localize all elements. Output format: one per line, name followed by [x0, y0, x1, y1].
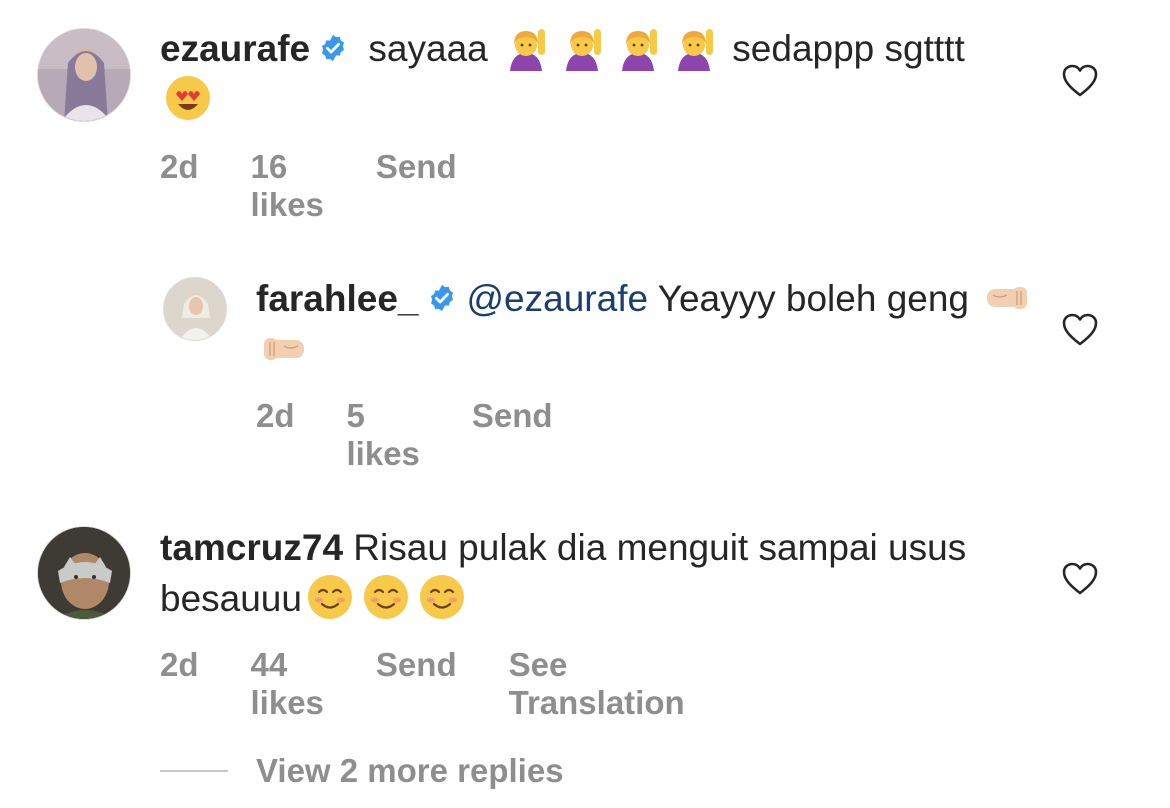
- avatar[interactable]: [37, 526, 131, 620]
- mention-link[interactable]: @ezaurafe: [467, 278, 649, 319]
- comment-time: 2d: [256, 397, 295, 434]
- comment-text: tamcruz74 Risau pulak dia menguit sampai…: [160, 523, 1020, 624]
- comment-likes[interactable]: 44 likes: [251, 646, 324, 722]
- right-fist-bump-emoji: [264, 338, 304, 360]
- send-button[interactable]: Send: [376, 148, 457, 224]
- comment-body: Yeayyy boleh geng: [648, 278, 980, 319]
- comment-likes[interactable]: 16 likes: [251, 148, 324, 224]
- smiling-face-emoji: [419, 575, 464, 619]
- raising-hand-emoji: [622, 29, 658, 71]
- comment-meta: 2d 16 likes Send: [160, 148, 509, 224]
- verified-badge-icon: [430, 284, 453, 312]
- see-translation-button[interactable]: See Translation: [509, 646, 685, 722]
- smiling-face-emoji: [307, 575, 352, 619]
- comment-body: sayaaa: [358, 28, 499, 69]
- replies-divider-line: [160, 770, 228, 772]
- like-heart-icon[interactable]: [1062, 64, 1098, 98]
- like-heart-icon[interactable]: [1062, 313, 1098, 347]
- comment-meta: 2d 5 likes Send: [256, 397, 605, 473]
- verified-badge-icon: [322, 34, 345, 62]
- comment-time: 2d: [160, 148, 199, 185]
- avatar[interactable]: [37, 28, 131, 122]
- comment-likes[interactable]: 5 likes: [347, 397, 420, 473]
- raising-hand-emoji: [566, 29, 602, 71]
- heart-eyes-emoji: [166, 76, 210, 120]
- comment-username[interactable]: farahlee_: [256, 278, 419, 319]
- smiling-face-emoji: [363, 575, 408, 619]
- comment-body: sedappp sgtttt: [722, 28, 965, 69]
- view-more-replies-button[interactable]: View 2 more replies: [160, 752, 564, 790]
- send-button[interactable]: Send: [376, 646, 457, 722]
- comment-meta: 2d 44 likes Send See Translation: [160, 646, 737, 722]
- raising-hand-emoji: [678, 29, 714, 71]
- comment-username[interactable]: tamcruz74: [160, 527, 343, 568]
- view-more-replies-label: View 2 more replies: [256, 752, 564, 789]
- avatar[interactable]: [163, 277, 227, 341]
- comment-text: farahlee_ @ezaurafe Yeayyy boleh geng: [256, 273, 1036, 375]
- raising-hand-emoji: [510, 29, 546, 71]
- comment-username[interactable]: ezaurafe: [160, 28, 310, 69]
- comment-time: 2d: [160, 646, 199, 683]
- left-fist-bump-emoji: [987, 287, 1028, 309]
- comment-text: ezaurafe sayaaa sedappp sgtttt: [160, 23, 1020, 125]
- like-heart-icon[interactable]: [1062, 562, 1098, 596]
- send-button[interactable]: Send: [472, 397, 553, 473]
